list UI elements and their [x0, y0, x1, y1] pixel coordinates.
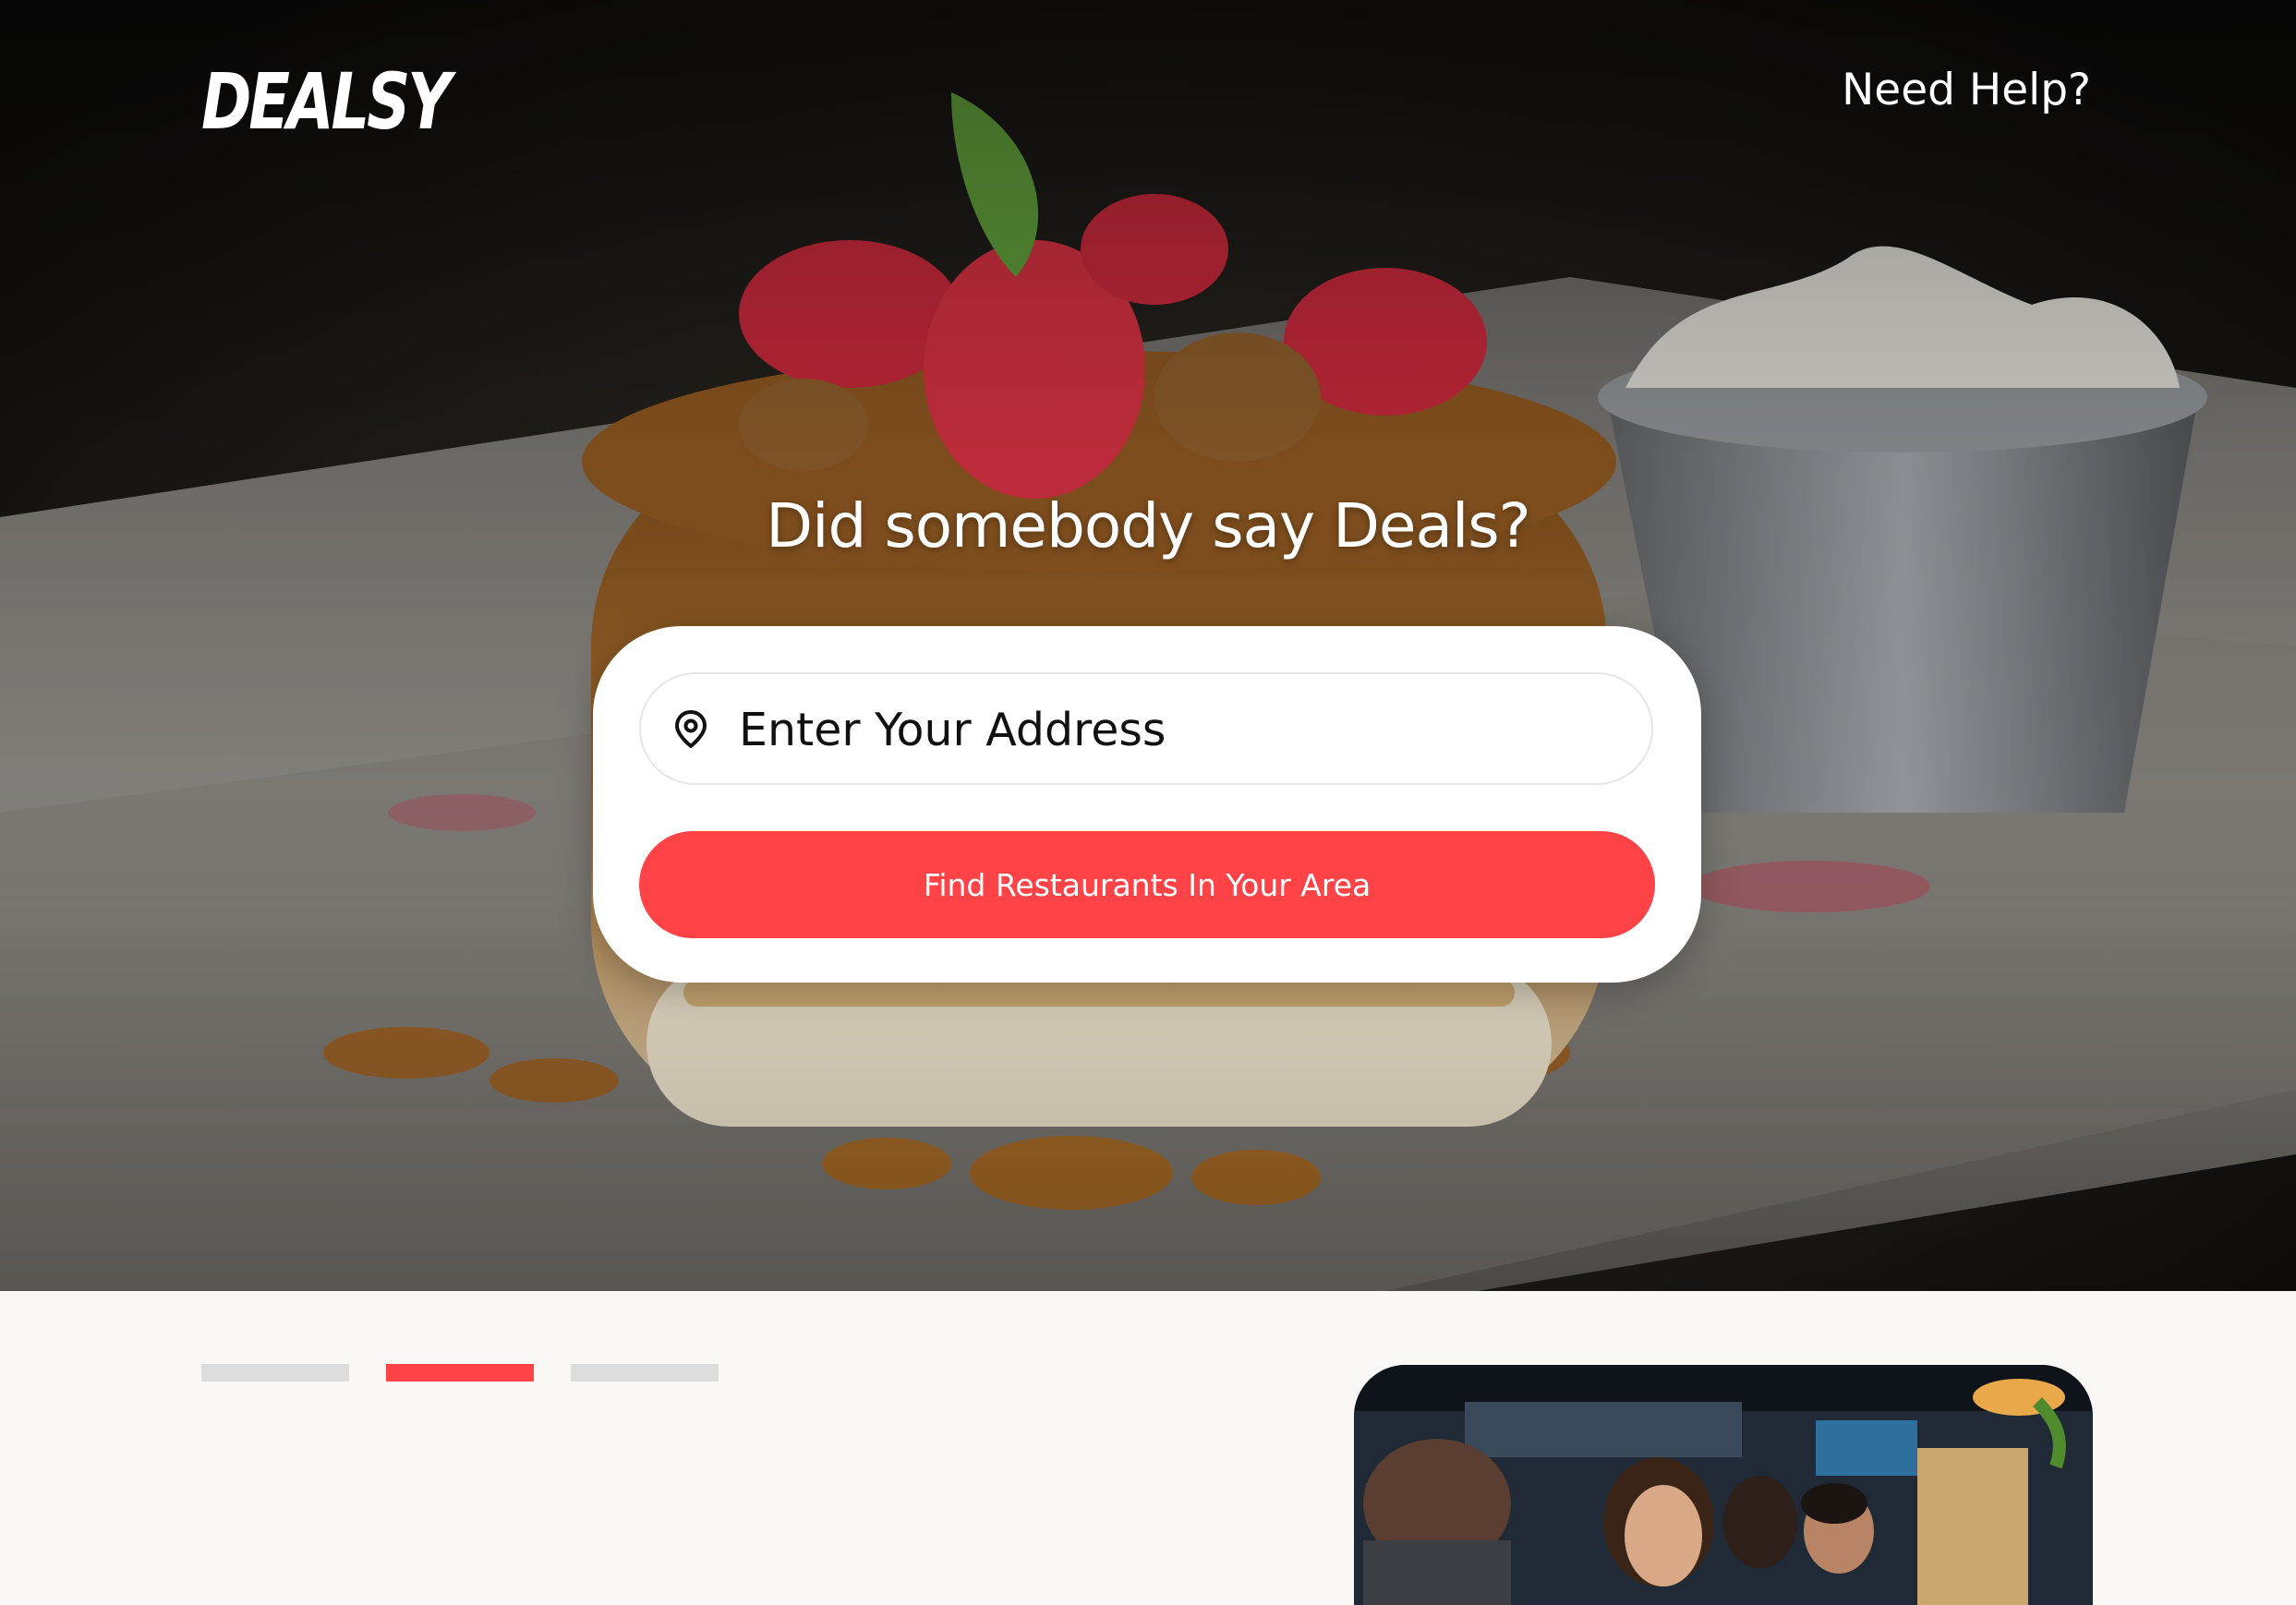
- find-restaurants-button[interactable]: Find Restaurants In Your Area: [639, 831, 1655, 938]
- address-search-card: Find Restaurants In Your Area: [593, 626, 1701, 983]
- restaurant-people-image: [1354, 1365, 2093, 1605]
- address-field[interactable]: [639, 672, 1653, 785]
- carousel-indicator-3[interactable]: [571, 1364, 719, 1382]
- hero-section: DEALSY Need Help? Did somebody say Deals…: [0, 0, 2296, 1291]
- address-input[interactable]: [737, 674, 1627, 785]
- dealsy-logo[interactable]: DEALSY: [201, 63, 452, 140]
- hero-headline: Did somebody say Deals?: [766, 490, 1530, 561]
- featured-section: [0, 1291, 2296, 1605]
- carousel-indicator-1[interactable]: [201, 1364, 349, 1382]
- carousel-indicator-2[interactable]: [386, 1364, 534, 1382]
- location-pin-icon: [675, 710, 707, 748]
- need-help-link[interactable]: Need Help?: [1842, 66, 2091, 115]
